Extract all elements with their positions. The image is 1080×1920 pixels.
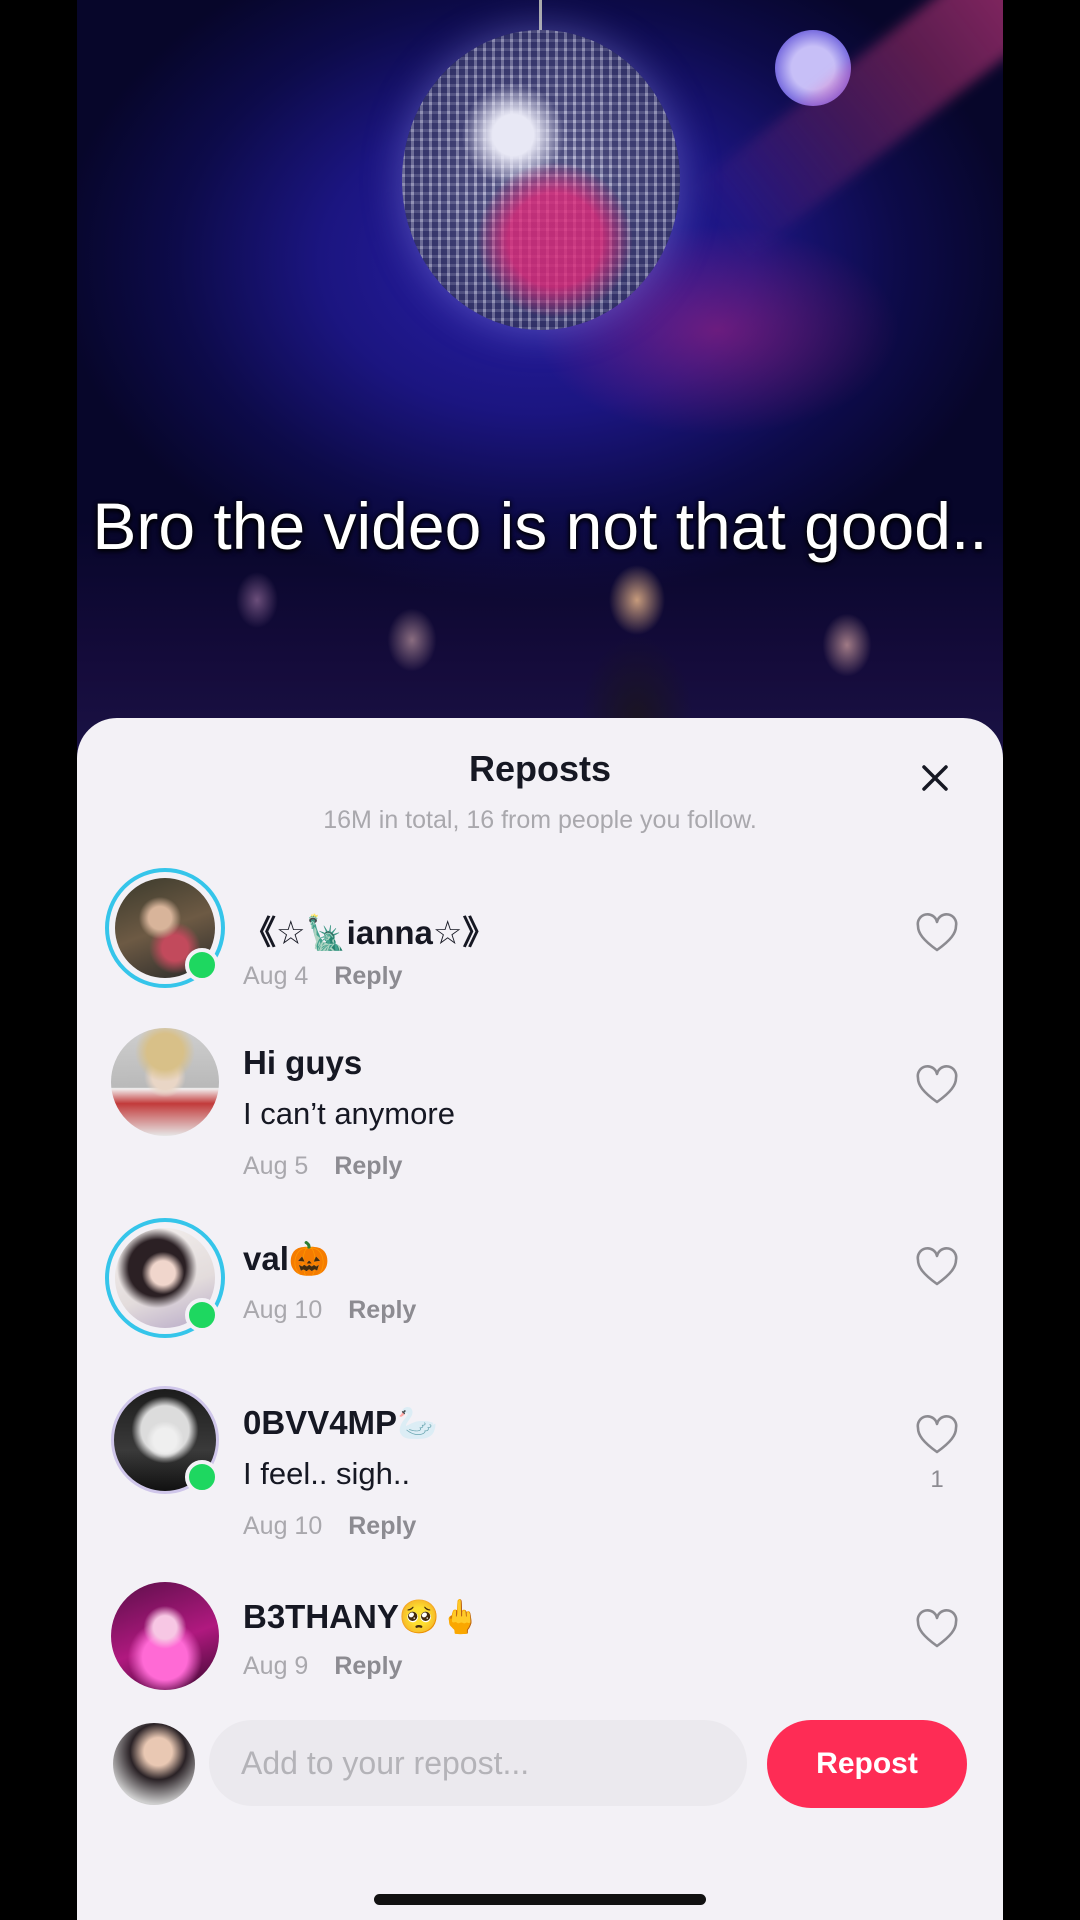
repost-meta: Aug 4 Reply xyxy=(243,962,402,991)
reply-button[interactable]: Reply xyxy=(334,1152,402,1180)
like-count: 1 xyxy=(930,1466,944,1493)
repost-text: I can’t anymore xyxy=(243,1096,455,1131)
heart-icon xyxy=(916,913,958,952)
repost-meta: Aug 5 Reply xyxy=(243,1152,402,1181)
like-button[interactable] xyxy=(915,1064,959,1108)
sheet-subtitle: 16M in total, 16 from people you follow. xyxy=(323,806,757,834)
video-caption: Bro the video is not that good.. xyxy=(92,489,988,563)
reply-button[interactable]: Reply xyxy=(348,1512,416,1540)
pink-light-beam xyxy=(689,0,1003,261)
like-button[interactable] xyxy=(915,1608,959,1652)
heart-icon xyxy=(916,1609,958,1648)
heart-icon xyxy=(916,1065,958,1104)
repost-username[interactable]: 0BVV4MP🦢 xyxy=(243,1404,438,1443)
repost-item: B3THANY🥺🖕 Aug 9 Reply xyxy=(77,1576,1003,1706)
repost-username[interactable]: Hi guys xyxy=(243,1044,362,1082)
repost-item: 0BVV4MP🦢 I feel.. sigh.. Aug 10 Reply 1 xyxy=(77,1380,1003,1580)
disco-ball-string xyxy=(539,0,542,34)
repost-button[interactable]: Repost xyxy=(767,1720,967,1808)
avatar[interactable] xyxy=(105,1380,225,1500)
online-status-dot xyxy=(185,1460,219,1494)
heart-icon xyxy=(916,1247,958,1286)
sheet-title: Reposts xyxy=(468,748,612,789)
avatar[interactable] xyxy=(105,868,225,988)
like-button[interactable] xyxy=(915,912,959,956)
home-indicator[interactable] xyxy=(374,1894,706,1905)
disco-ball xyxy=(402,30,680,330)
like-button[interactable] xyxy=(915,1246,959,1290)
repost-comment-input[interactable]: Add to your repost... xyxy=(209,1720,747,1806)
repost-date: Aug 10 xyxy=(243,1512,323,1540)
repost-username[interactable]: 《☆🗽ianna☆》 xyxy=(243,906,495,954)
repost-date: Aug 9 xyxy=(243,1652,309,1680)
repost-comment-placeholder: Add to your repost... xyxy=(241,1744,530,1781)
repost-meta: Aug 10 Reply xyxy=(243,1512,416,1541)
repost-meta: Aug 10 Reply xyxy=(243,1296,416,1325)
repost-username[interactable]: B3THANY🥺🖕 xyxy=(243,1598,481,1637)
repost-item: 《☆🗽ianna☆》 Aug 4 Reply xyxy=(77,868,1003,1008)
repost-username[interactable]: val🎃 xyxy=(243,1240,330,1279)
my-avatar[interactable] xyxy=(113,1723,195,1805)
repost-date: Aug 4 xyxy=(243,962,309,990)
reply-button[interactable]: Reply xyxy=(348,1296,416,1324)
repost-item: Hi guys I can’t anymore Aug 5 Reply xyxy=(77,1022,1003,1212)
avatar[interactable] xyxy=(105,1218,225,1338)
repost-text: I feel.. sigh.. xyxy=(243,1456,411,1491)
like-button[interactable] xyxy=(915,1414,959,1458)
avatar-image xyxy=(111,1582,219,1690)
repost-item: val🎃 Aug 10 Reply xyxy=(77,1218,1003,1358)
avatar[interactable] xyxy=(105,1022,225,1142)
online-status-dot xyxy=(185,948,219,982)
reply-button[interactable]: Reply xyxy=(334,1652,402,1680)
close-icon xyxy=(922,765,948,791)
reposts-sheet: Reposts 16M in total, 16 from people you… xyxy=(77,718,1003,1920)
repost-date: Aug 5 xyxy=(243,1152,309,1180)
avatar[interactable] xyxy=(105,1576,225,1696)
reply-button[interactable]: Reply xyxy=(334,962,402,990)
heart-icon xyxy=(916,1415,958,1454)
repost-date: Aug 10 xyxy=(243,1296,323,1324)
close-button[interactable] xyxy=(913,756,957,800)
avatar-image xyxy=(111,1028,219,1136)
online-status-dot xyxy=(185,1298,219,1332)
repost-meta: Aug 9 Reply xyxy=(243,1652,402,1681)
video-background[interactable] xyxy=(77,0,1003,760)
